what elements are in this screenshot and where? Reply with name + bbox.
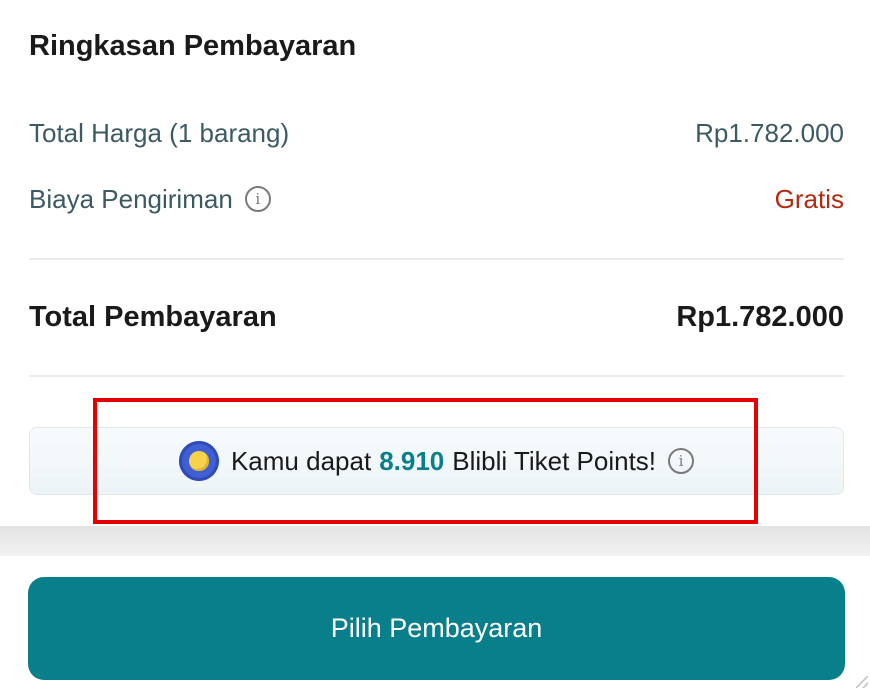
points-message: Kamu dapat 8.910 Blibli Tiket Points!: [231, 446, 656, 477]
shipping-cost-label-group: Biaya Pengiriman i: [29, 184, 271, 215]
footer-shadow: [0, 526, 870, 556]
points-suffix: Blibli Tiket Points!: [452, 445, 657, 476]
shipping-cost-row: Biaya Pengiriman i Gratis: [29, 179, 844, 219]
divider: [29, 258, 844, 260]
choose-payment-button[interactable]: Pilih Pembayaran: [28, 577, 845, 680]
points-prefix: Kamu dapat: [230, 445, 372, 476]
total-payment-value: Rp1.782.000: [676, 300, 844, 333]
points-reward-banner: Kamu dapat 8.910 Blibli Tiket Points! i: [29, 427, 844, 495]
shipping-cost-label: Biaya Pengiriman: [29, 183, 233, 214]
total-price-value: Rp1.782.000: [695, 117, 844, 148]
info-icon[interactable]: i: [668, 448, 695, 474]
coin-icon: [178, 441, 219, 481]
payment-summary-panel: Ringkasan Pembayaran Total Harga (1 bara…: [0, 0, 870, 526]
total-payment-row: Total Pembayaran Rp1.782.000: [29, 297, 844, 337]
total-price-label: Total Harga (1 barang): [29, 117, 290, 148]
shipping-cost-value: Gratis: [774, 183, 844, 214]
points-amount: 8.910: [379, 445, 445, 476]
payment-summary-title: Ringkasan Pembayaran: [29, 30, 357, 62]
total-price-row: Total Harga (1 barang) Rp1.782.000: [29, 113, 844, 153]
info-icon[interactable]: i: [244, 186, 271, 212]
divider: [29, 375, 844, 377]
resize-grip-icon[interactable]: [856, 676, 868, 688]
total-payment-label: Total Pembayaran: [29, 300, 277, 333]
